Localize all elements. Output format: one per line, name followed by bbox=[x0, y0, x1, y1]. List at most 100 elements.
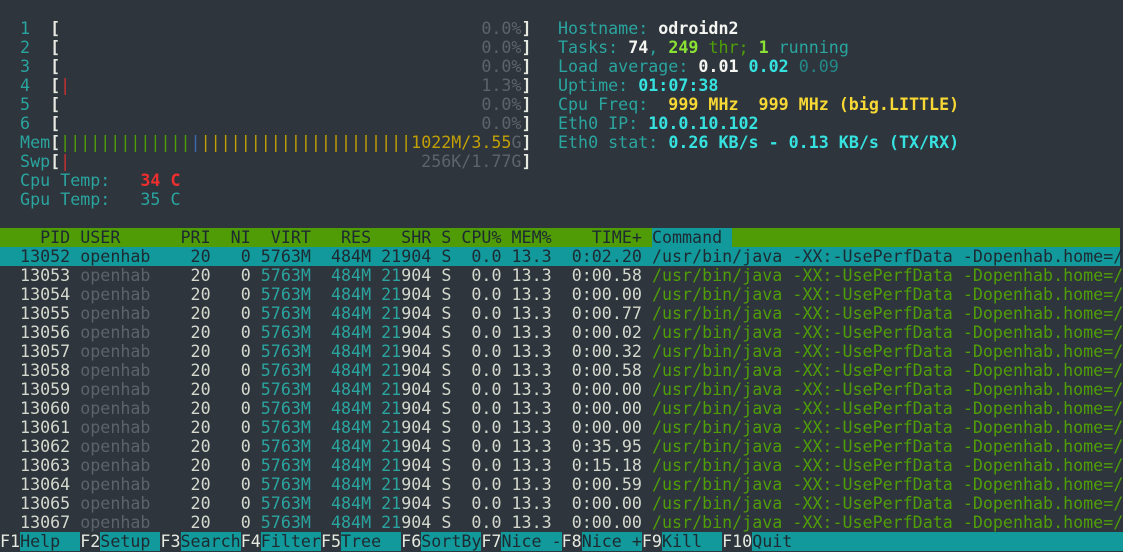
column-header-s[interactable]: S bbox=[441, 228, 451, 247]
cell-cpu-pct: 0.0 bbox=[461, 399, 501, 418]
fnkey-kill[interactable]: F9Kill bbox=[642, 532, 722, 551]
cell-ni: 0 bbox=[221, 399, 251, 418]
fnkey-help[interactable]: F1Help bbox=[0, 532, 80, 551]
cell-cpu-pct: 0.0 bbox=[461, 494, 501, 513]
cell-time: 0:00.00 bbox=[562, 494, 642, 513]
cell-ni: 0 bbox=[221, 456, 251, 475]
info-eth0-ip-text: 10.0.10.102 bbox=[648, 114, 758, 133]
cell-pid: 13058 bbox=[0, 361, 70, 380]
cell-pid: 13059 bbox=[0, 380, 70, 399]
cpu-percent-value: 1.3% bbox=[70, 76, 521, 95]
cell-state: S bbox=[441, 342, 451, 361]
cell-mem-pct: 13.3 bbox=[512, 475, 552, 494]
column-header-ni[interactable]: NI bbox=[221, 228, 251, 247]
column-header-time[interactable]: TIME+ bbox=[562, 228, 642, 247]
info-load-average-text: Load average: bbox=[558, 57, 698, 76]
fnkey-caption: Quit bbox=[752, 532, 812, 551]
cell-mem-pct: 13.3 bbox=[512, 399, 552, 418]
fnkey-caption: Filter bbox=[261, 532, 321, 551]
cell-mem-pct: 13.3 bbox=[512, 494, 552, 513]
cell-virt: 5763M bbox=[261, 418, 311, 437]
cell-virt: 5763M bbox=[261, 285, 311, 304]
info-hostname: Hostname: odroidn2 bbox=[558, 19, 959, 38]
cell-ni: 0 bbox=[221, 380, 251, 399]
info-tasks-text: , bbox=[648, 38, 668, 57]
info-tasks-text: thr; bbox=[698, 38, 758, 57]
process-row-13063[interactable]: 13063 openhab 20 0 5763M 484M 21904 S 0.… bbox=[0, 456, 1120, 475]
cell-shr: 21 bbox=[381, 342, 401, 361]
cell-shr: 21 bbox=[381, 323, 401, 342]
cell-pri: 20 bbox=[181, 361, 211, 380]
cell-mem-pct: 13.3 bbox=[512, 361, 552, 380]
cell-pid: 13063 bbox=[0, 456, 70, 475]
info-eth0-stat: Eth0 stat: 0.26 KB/s - 0.13 KB/s (TX/RX) bbox=[558, 133, 959, 152]
process-row-13064[interactable]: 13064 openhab 20 0 5763M 484M 21904 S 0.… bbox=[0, 475, 1120, 494]
process-row-13062[interactable]: 13062 openhab 20 0 5763M 484M 21904 S 0.… bbox=[0, 437, 1120, 456]
cell-time: 0:02.20 bbox=[562, 247, 642, 266]
meter-bracket: [ bbox=[50, 114, 60, 133]
process-row-13055[interactable]: 13055 openhab 20 0 5763M 484M 21904 S 0.… bbox=[0, 304, 1120, 323]
cell-ni: 0 bbox=[221, 418, 251, 437]
cell-command: /usr/bin/java -XX:-UsePerfData -Dopenhab… bbox=[652, 513, 1123, 532]
cell-pid: 13057 bbox=[0, 342, 70, 361]
info-load-average-text: 0.09 bbox=[799, 57, 839, 76]
cell-ni: 0 bbox=[221, 437, 251, 456]
gpu-temp-value: 35 C bbox=[110, 190, 180, 209]
cell-virt: 5763M bbox=[261, 513, 311, 532]
column-header-virt[interactable]: VIRT bbox=[261, 228, 311, 247]
fnkey-setup[interactable]: F2Setup bbox=[80, 532, 160, 551]
process-table: PID USER PRI NI VIRT RES SHR S CPU% MEM%… bbox=[0, 228, 1120, 532]
fnkey-nice[interactable]: F7Nice - bbox=[481, 532, 561, 551]
process-row-13056[interactable]: 13056 openhab 20 0 5763M 484M 21904 S 0.… bbox=[0, 323, 1120, 342]
cell-res: 484M bbox=[321, 304, 371, 323]
column-header-pri[interactable]: PRI bbox=[181, 228, 211, 247]
column-header-pid[interactable]: PID bbox=[0, 228, 70, 247]
process-row-13052[interactable]: 13052 openhab 20 0 5763M 484M 21904 S 0.… bbox=[0, 247, 1120, 266]
cell-pid: 13064 bbox=[0, 475, 70, 494]
column-header-command[interactable]: Command bbox=[652, 228, 732, 247]
column-header-cpu[interactable]: CPU% bbox=[461, 228, 501, 247]
cpu-meter-label: 5 bbox=[0, 95, 50, 114]
column-header-mem[interactable]: MEM% bbox=[512, 228, 552, 247]
process-row-13053[interactable]: 13053 openhab 20 0 5763M 484M 21904 S 0.… bbox=[0, 266, 1120, 285]
fnkey-search[interactable]: F3Search bbox=[160, 532, 240, 551]
cell-time: 0:00.00 bbox=[562, 380, 642, 399]
cell-cpu-pct: 0.0 bbox=[461, 513, 501, 532]
cell-time: 0:00.58 bbox=[562, 266, 642, 285]
cell-user: openhab bbox=[80, 285, 170, 304]
cell-virt: 5763M bbox=[261, 247, 311, 266]
process-row-13065[interactable]: 13065 openhab 20 0 5763M 484M 21904 S 0.… bbox=[0, 494, 1120, 513]
process-row-13060[interactable]: 13060 openhab 20 0 5763M 484M 21904 S 0.… bbox=[0, 399, 1120, 418]
fnkey-sortby[interactable]: F6SortBy bbox=[401, 532, 481, 551]
info-tasks-text: 249 bbox=[668, 38, 698, 57]
process-row-13054[interactable]: 13054 openhab 20 0 5763M 484M 21904 S 0.… bbox=[0, 285, 1120, 304]
info-tasks-text: 74 bbox=[628, 38, 648, 57]
info-uptime-text: 01:07:38 bbox=[638, 76, 718, 95]
column-header-res[interactable]: RES bbox=[321, 228, 371, 247]
process-row-13059[interactable]: 13059 openhab 20 0 5763M 484M 21904 S 0.… bbox=[0, 380, 1120, 399]
meter-bracket: ] bbox=[521, 57, 531, 76]
cell-pri: 20 bbox=[181, 399, 211, 418]
memory-usage-unit: G bbox=[511, 133, 521, 152]
cell-shr: 904 bbox=[401, 266, 431, 285]
process-row-13061[interactable]: 13061 openhab 20 0 5763M 484M 21904 S 0.… bbox=[0, 418, 1120, 437]
cell-mem-pct: 13.3 bbox=[512, 323, 552, 342]
fnkey-nice[interactable]: F8Nice + bbox=[562, 532, 642, 551]
cpu-usage-bar: | bbox=[60, 76, 70, 95]
column-header-shr[interactable]: SHR bbox=[381, 228, 431, 247]
column-header-user[interactable]: USER bbox=[80, 228, 170, 247]
cell-command: /usr/bin/java -XX:-UsePerfData -Dopenhab… bbox=[652, 342, 1123, 361]
fnkey-tree[interactable]: F5Tree bbox=[321, 532, 401, 551]
cpu-meter-5: 5 [ 0.0%] bbox=[0, 95, 532, 114]
process-row-13058[interactable]: 13058 openhab 20 0 5763M 484M 21904 S 0.… bbox=[0, 361, 1120, 380]
cell-mem-pct: 13.3 bbox=[512, 266, 552, 285]
cpu-percent-value: 0.0% bbox=[60, 57, 521, 76]
cell-virt: 5763M bbox=[261, 361, 311, 380]
process-row-13067[interactable]: 13067 openhab 20 0 5763M 484M 21904 S 0.… bbox=[0, 513, 1120, 532]
process-row-13057[interactable]: 13057 openhab 20 0 5763M 484M 21904 S 0.… bbox=[0, 342, 1120, 361]
cell-pri: 20 bbox=[181, 437, 211, 456]
memory-used-bar: ||||||||||||| bbox=[60, 133, 190, 152]
fnkey-filter[interactable]: F4Filter bbox=[241, 532, 321, 551]
fnkey-quit[interactable]: F10Quit bbox=[722, 532, 812, 551]
cell-pid: 13060 bbox=[0, 399, 70, 418]
